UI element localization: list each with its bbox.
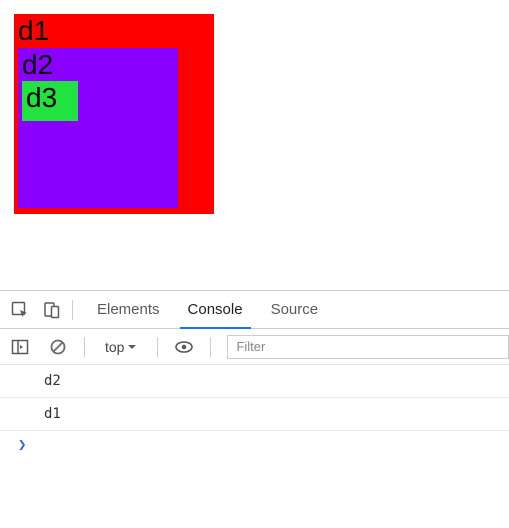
separator [210,337,211,357]
box-d2[interactable]: d2 d3 [18,48,178,208]
filter-input[interactable]: Filter [227,335,509,359]
log-text: d2 [44,373,61,389]
console-sidebar-toggle-icon[interactable] [10,337,30,357]
separator [72,300,73,320]
console-toolbar: top Filter [0,329,509,365]
console-prompt[interactable]: ❯ [0,431,509,453]
filter-placeholder: Filter [236,339,265,354]
box-d1[interactable]: d1 d2 d3 [14,14,214,214]
tab-elements[interactable]: Elements [83,291,174,328]
context-selector-label: top [105,339,124,355]
chevron-down-icon [127,342,137,352]
tab-sources-label: Source [271,301,319,318]
clear-console-icon[interactable] [48,337,68,357]
devtools-panel: Elements Console Source top [0,290,509,453]
console-log: d2 d1 [0,365,509,431]
prompt-chevron-icon: ❯ [18,437,26,453]
separator [84,337,85,357]
devtools-tabstrip: Elements Console Source [0,291,509,329]
log-entry[interactable]: d1 [0,398,509,431]
inspect-icon[interactable] [10,300,30,320]
tab-console-label: Console [188,301,243,318]
box-d2-label: d2 [22,49,53,80]
separator [157,337,158,357]
log-entry[interactable]: d2 [0,365,509,398]
tab-elements-label: Elements [97,301,160,318]
box-d3[interactable]: d3 [22,81,78,121]
context-selector[interactable]: top [101,339,141,355]
box-d3-label: d3 [26,82,57,113]
live-expression-icon[interactable] [174,337,194,357]
page-viewport: d1 d2 d3 [0,0,509,290]
tab-console[interactable]: Console [174,291,257,328]
box-d1-label: d1 [18,15,49,46]
device-toggle-icon[interactable] [42,300,62,320]
log-text: d1 [44,406,61,422]
tab-sources[interactable]: Source [257,291,333,328]
